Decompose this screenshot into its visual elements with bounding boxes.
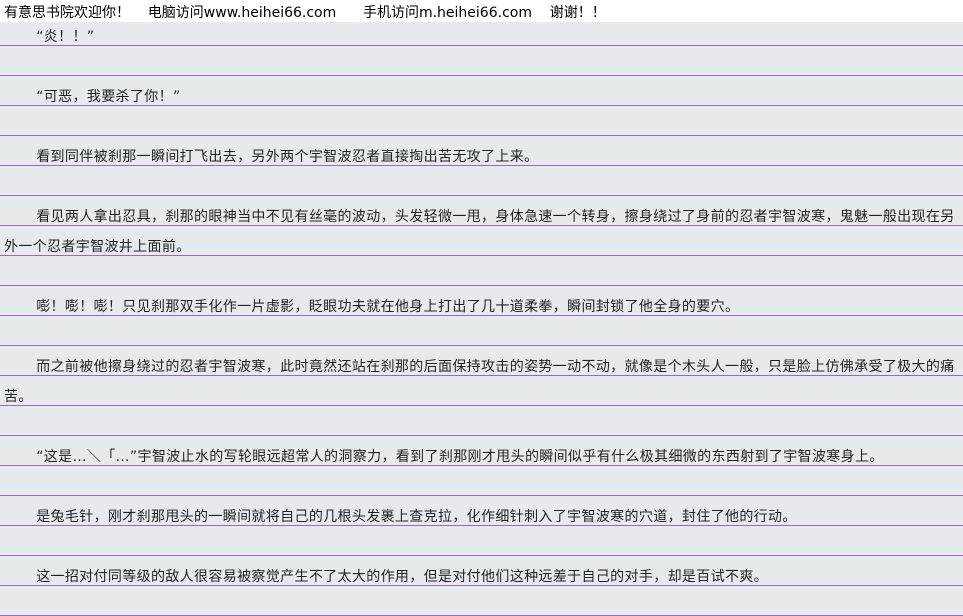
paragraph: 看见两人拿出忍具，刹那的眼神当中不见有丝毫的波动，头发轻微一甩，身体急速一个转身… bbox=[4, 209, 955, 255]
paragraph: 这一招对付同等级的敌人很容易被察觉产生不了太大的作用，但是对付他们这种远差于自己… bbox=[36, 569, 769, 585]
paragraph: “炎！！” bbox=[36, 29, 95, 45]
paragraph: “这是…＼「…”宇智波止水的写轮眼远超常人的洞察力，看到了刹那刚才甩头的瞬间似乎… bbox=[36, 449, 884, 465]
paragraph: 看到同伴被刹那一瞬间打飞出去，另外两个宇智波忍者直接掏出苦无攻了上来。 bbox=[36, 149, 539, 165]
site-header: 有意思书院欢迎你！ 电脑访问www.heihei66.com 手机访问m.hei… bbox=[0, 0, 963, 22]
paragraph: “可恶，我要杀了你！” bbox=[36, 89, 181, 105]
chapter-text: “炎！！” “可恶，我要杀了你！” 看到同伴被刹那一瞬间打飞出去，另外两个宇智波… bbox=[4, 22, 959, 592]
reading-page: “炎！！” “可恶，我要杀了你！” 看到同伴被刹那一瞬间打飞出去，另外两个宇智波… bbox=[0, 22, 963, 616]
welcome-text: 有意思书院欢迎你！ bbox=[4, 5, 130, 21]
paragraph: 而之前被他擦身绕过的忍者宇智波寒，此时竟然还站在刹那的后面保持攻击的姿势一动不动… bbox=[4, 359, 955, 405]
paragraph: 嘭！嘭！嘭！只见刹那双手化作一片虚影，眨眼功夫就在他身上打出了几十道柔拳，瞬间封… bbox=[36, 299, 740, 315]
thanks-text: 谢谢！！ bbox=[549, 5, 606, 21]
paragraph: 是兔毛针，刚才刹那甩头的一瞬间就将自己的几根头发裹上查克拉，化作细针刺入了宇智波… bbox=[36, 509, 797, 525]
pc-access-link[interactable]: 电脑访问www.heihei66.com bbox=[148, 5, 336, 21]
mobile-access-link[interactable]: 手机访问m.heihei66.com bbox=[363, 5, 532, 21]
